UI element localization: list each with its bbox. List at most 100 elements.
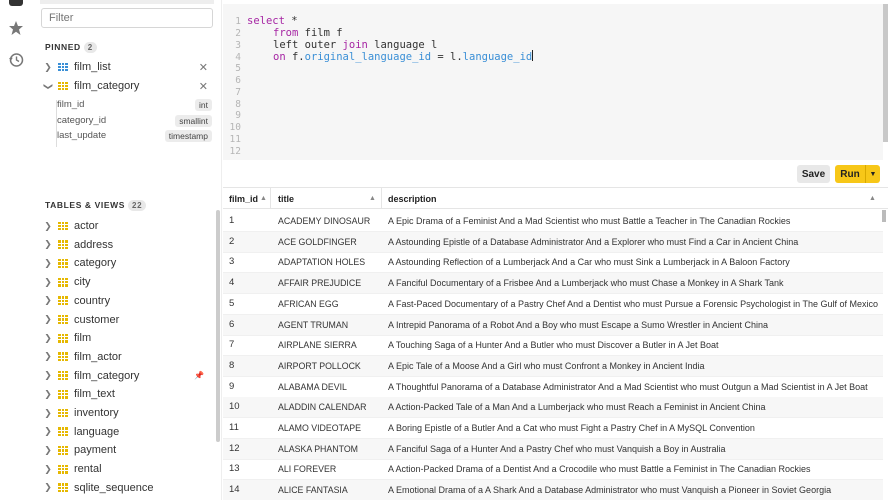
cell-description[interactable]: A Boring Epistle of a Butler And a Cat w…	[388, 418, 888, 439]
table-row[interactable]: 1 ACADEMY DINOSAUR A Epic Drama of a Femin…	[223, 211, 883, 232]
sidebar-scrollbar[interactable]	[216, 210, 220, 442]
chevron-right-icon[interactable]: ❯	[43, 295, 53, 306]
table-row[interactable]: 8 AIRPORT POLLOCK A Epic Tale of a Moose A…	[223, 355, 883, 377]
cell-description[interactable]: A Astounding Epistle of a Database Admin…	[388, 232, 888, 253]
chevron-right-icon[interactable]: ❯	[43, 408, 53, 419]
cell-title[interactable]: AFFAIR PREJUDICE	[278, 273, 383, 294]
chevron-right-icon[interactable]: ❯	[43, 239, 53, 250]
cell-film-id[interactable]: 7	[229, 335, 269, 356]
cell-description[interactable]: A Action-Packed Drama of a Dentist And a…	[388, 459, 888, 480]
table-row[interactable]: 11 ALAMO VIDEOTAPE A Boring Epistle of a B…	[223, 418, 883, 439]
unpin-close-icon[interactable]: ✕	[199, 80, 208, 93]
table-row[interactable]: 12 ALASKA PHANTOM A Fanciful Saga of a Hun…	[223, 438, 883, 460]
cell-title[interactable]: ACE GOLDFINGER	[278, 232, 383, 253]
table-row[interactable]: 13 ALI FOREVER A Action-Packed Drama of a …	[223, 459, 883, 481]
sql-editor[interactable]: 1 select * 2 from film f 3 left outer join la…	[223, 4, 883, 160]
chevron-right-icon[interactable]: ❯	[43, 370, 53, 381]
results-scrollbar[interactable]	[882, 210, 886, 222]
table-row[interactable]: 14 ALICE FANTASIA A Emotional Drama of a A…	[223, 480, 883, 500]
pinned-item-film-list[interactable]: ❯ film_list ✕	[32, 58, 221, 76]
cell-title[interactable]: AIRPLANE SIERRA	[278, 335, 383, 356]
cell-description[interactable]: A Fanciful Documentary of a Frisbee And …	[388, 273, 888, 294]
star-icon[interactable]	[8, 20, 24, 36]
save-button[interactable]: Save	[797, 165, 830, 183]
sort-icon[interactable]: ▲	[260, 195, 267, 202]
cell-film-id[interactable]: 5	[229, 294, 269, 315]
table-row[interactable]: 9 ALABAMA DEVIL A Thoughtful Panorama of a…	[223, 377, 883, 398]
sort-icon[interactable]: ▲	[869, 195, 876, 202]
table-item-actor[interactable]: ❯ actor	[32, 217, 221, 235]
chevron-right-icon[interactable]: ❯	[43, 314, 53, 325]
table-row[interactable]: 7 AIRPLANE SIERRA A Touching Saga of a Hun…	[223, 335, 883, 357]
table-row[interactable]: 10 ALADDIN CALENDAR A Action-Packed Tale o…	[223, 397, 883, 419]
chevron-right-icon[interactable]: ❯	[43, 221, 53, 232]
chevron-right-icon[interactable]: ❯	[43, 445, 53, 456]
cell-title[interactable]: AGENT TRUMAN	[278, 315, 383, 336]
cell-description[interactable]: A Astounding Reflection of a Lumberjack …	[388, 252, 888, 273]
table-item-payment[interactable]: ❯ payment	[32, 441, 221, 459]
history-icon[interactable]	[8, 52, 24, 68]
chevron-right-icon[interactable]: ❯	[43, 426, 53, 437]
filter-input[interactable]	[41, 8, 213, 28]
run-dropdown-icon[interactable]: ▼	[865, 165, 880, 183]
column-item[interactable]: film_id int	[57, 97, 212, 112]
column-divider[interactable]	[270, 187, 271, 209]
database-icon[interactable]	[9, 0, 23, 6]
cell-title[interactable]: ACADEMY DINOSAUR	[278, 211, 383, 232]
chevron-right-icon[interactable]: ❯	[43, 351, 53, 362]
cell-description[interactable]: A Touching Saga of a Hunter And a Butler…	[388, 335, 888, 356]
table-row[interactable]: 2 ACE GOLDFINGER A Astounding Epistle of a…	[223, 231, 883, 253]
unpin-close-icon[interactable]: ✕	[199, 61, 208, 74]
chevron-right-icon[interactable]: ❯	[43, 482, 53, 493]
chevron-right-icon[interactable]: ❯	[43, 62, 53, 73]
table-item-category[interactable]: ❯ category	[32, 254, 221, 272]
column-header-film-id[interactable]: film_id	[229, 188, 258, 210]
cell-film-id[interactable]: 8	[229, 356, 269, 377]
cell-description[interactable]: A Fanciful Saga of a Hunter And a Pastry…	[388, 439, 888, 460]
table-item-country[interactable]: ❯ country	[32, 292, 221, 310]
chevron-right-icon[interactable]: ❯	[43, 333, 53, 344]
cell-film-id[interactable]: 1	[229, 211, 269, 232]
chevron-down-icon[interactable]: ❯	[43, 81, 54, 91]
cell-title[interactable]: AIRPORT POLLOCK	[278, 356, 383, 377]
table-row[interactable]: 5 AFRICAN EGG A Fast-Paced Documentary of …	[223, 294, 883, 315]
table-item-customer[interactable]: ❯ customer	[32, 311, 221, 329]
column-item[interactable]: category_id smallint	[57, 113, 212, 128]
cell-title[interactable]: ALI FOREVER	[278, 459, 383, 480]
table-row[interactable]: 3 ADAPTATION HOLES A Astounding Reflection…	[223, 252, 883, 274]
cell-film-id[interactable]: 14	[229, 480, 269, 500]
cell-film-id[interactable]: 9	[229, 377, 269, 398]
column-header-title[interactable]: title	[278, 188, 294, 210]
cell-title[interactable]: ALICE FANTASIA	[278, 480, 383, 500]
cell-description[interactable]: A Fast-Paced Documentary of a Pastry Che…	[388, 294, 888, 315]
chevron-right-icon[interactable]: ❯	[43, 464, 53, 475]
cell-title[interactable]: AFRICAN EGG	[278, 294, 383, 315]
table-row[interactable]: 4 AFFAIR PREJUDICE A Fanciful Documentary …	[223, 273, 883, 295]
pin-icon[interactable]: 📌	[194, 371, 204, 380]
cell-film-id[interactable]: 10	[229, 397, 269, 418]
cell-film-id[interactable]: 4	[229, 273, 269, 294]
cell-title[interactable]: ALABAMA DEVIL	[278, 377, 383, 398]
table-item-city[interactable]: ❯ city	[32, 273, 221, 291]
chevron-right-icon[interactable]: ❯	[43, 277, 53, 288]
chevron-right-icon[interactable]: ❯	[43, 389, 53, 400]
cell-description[interactable]: A Intrepid Panorama of a Robot And a Boy…	[388, 315, 888, 336]
cell-title[interactable]: ALADDIN CALENDAR	[278, 397, 383, 418]
cell-description[interactable]: A Emotional Drama of a A Shark And a Dat…	[388, 480, 888, 500]
table-item-film-text[interactable]: ❯ film_text	[32, 385, 221, 403]
table-item-inventory[interactable]: ❯ inventory	[32, 404, 221, 422]
run-button[interactable]: Run ▼	[835, 165, 880, 183]
cell-film-id[interactable]: 3	[229, 252, 269, 273]
cell-description[interactable]: A Epic Drama of a Feminist And a Mad Sci…	[388, 211, 888, 232]
cell-film-id[interactable]: 6	[229, 315, 269, 336]
pinned-item-film-category[interactable]: ❯ film_category ✕	[32, 77, 221, 95]
cell-description[interactable]: A Action-Packed Tale of a Man And a Lumb…	[388, 397, 888, 418]
cell-film-id[interactable]: 13	[229, 459, 269, 480]
table-item-film-actor[interactable]: ❯ film_actor	[32, 348, 221, 366]
cell-title[interactable]: ADAPTATION HOLES	[278, 252, 383, 273]
chevron-right-icon[interactable]: ❯	[43, 258, 53, 269]
cell-description[interactable]: A Epic Tale of a Moose And a Girl who mu…	[388, 356, 888, 377]
column-header-description[interactable]: description	[388, 188, 437, 210]
table-item-rental[interactable]: ❯ rental	[32, 460, 221, 478]
table-item-language[interactable]: ❯ language	[32, 423, 221, 441]
